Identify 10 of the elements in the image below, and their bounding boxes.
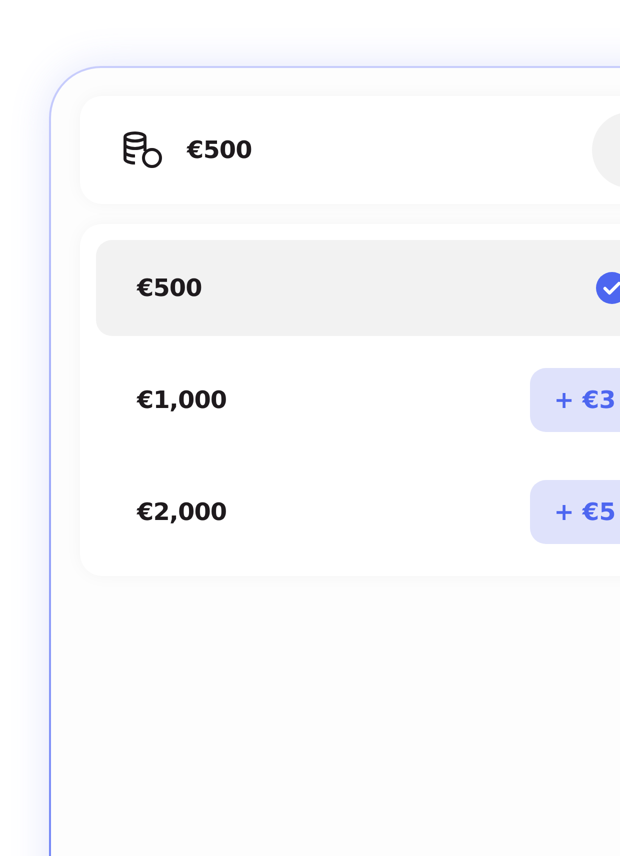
amount-text: €500: [137, 273, 202, 304]
surcharge-tag: + €3: [530, 368, 620, 432]
surcharge-tag: + €5: [530, 480, 620, 544]
amount-text: €1,000: [137, 385, 227, 416]
amount-option[interactable]: €1,000 + €3: [96, 352, 620, 448]
amount-text: €2,000: [137, 497, 227, 528]
coins-icon: [123, 131, 163, 169]
amount-option[interactable]: €500: [96, 240, 620, 336]
amount-text: €500: [187, 135, 252, 166]
amount-option[interactable]: €2,000 + €5: [96, 464, 620, 560]
